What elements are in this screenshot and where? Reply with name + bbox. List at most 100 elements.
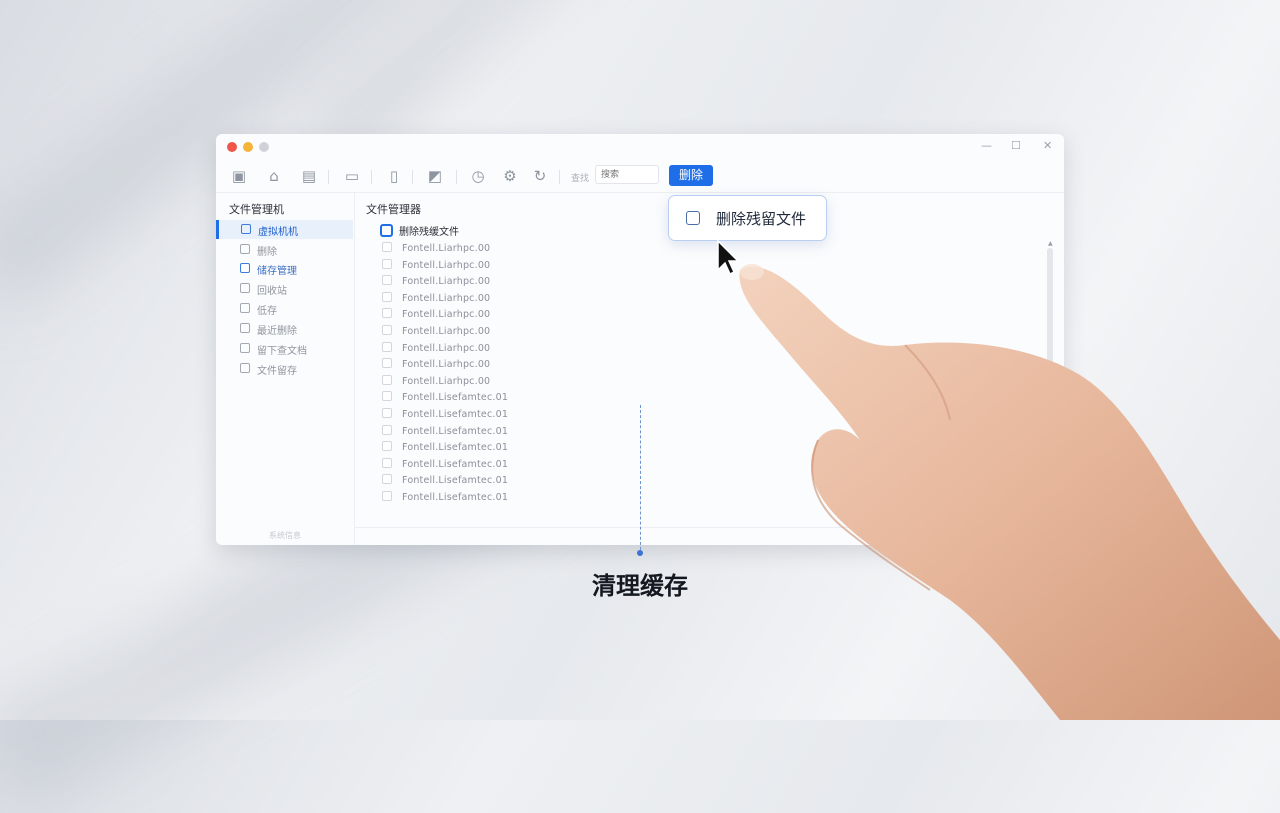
file-list-item[interactable]: Fontell.Liarhpc.00 xyxy=(382,291,491,304)
sidebar-item-label: 低存 xyxy=(257,306,277,317)
file-list-item[interactable]: Fontell.Lisefamtec.01 xyxy=(382,457,509,470)
minimize-icon[interactable]: — xyxy=(981,139,992,152)
divider xyxy=(354,527,1064,528)
clock-icon[interactable]: ◷ xyxy=(469,167,487,185)
file-list-item[interactable]: Fontell.Liarhpc.00 xyxy=(382,308,490,320)
toolbar: ▣ ⌂ ▤ ▭ ▯ ◩ ◷ ⚙ ↻ 查找 删除 xyxy=(216,162,1064,193)
checkbox-icon[interactable] xyxy=(382,424,392,435)
document-icon[interactable]: ▯ xyxy=(385,167,403,185)
file-name: Fontell.Lisefamtec.01 xyxy=(402,475,509,487)
checkbox-checked-icon[interactable] xyxy=(380,224,393,237)
checkbox-icon[interactable] xyxy=(382,242,392,252)
sidebar-item-delete[interactable]: 删除 xyxy=(218,240,352,259)
file-list-item[interactable]: Fontell.Liarhpc.00 xyxy=(382,242,490,254)
file-list-item[interactable]: Fontell.Lisefamtec.01 xyxy=(382,391,508,403)
file-name: Fontell.Liarhpc.00 xyxy=(402,309,491,321)
file-list-item[interactable]: Fontell.Liarhpc.00 xyxy=(382,374,491,387)
checkbox-icon[interactable] xyxy=(382,358,392,369)
sidebar: 文件管理机 虚拟机机 删除 储存管理 回收站 低存 最近删除 留下查文档 文件留… xyxy=(216,193,355,545)
checkbox-icon[interactable] xyxy=(382,474,392,485)
file-list-item[interactable]: Fontell.Lisefamtec.01 xyxy=(382,424,509,437)
file-list-item[interactable]: Fontell.Lisefamtec.01 xyxy=(382,408,508,420)
list-icon xyxy=(240,323,250,333)
file-name: Fontell.Lisefamtec.01 xyxy=(402,425,509,437)
close-icon[interactable]: ✕ xyxy=(1043,139,1052,152)
file-list-item[interactable]: Fontell.Lisefamtec.01 xyxy=(382,441,508,453)
checkbox-icon[interactable] xyxy=(382,308,392,319)
sidebar-item-label: 留下查文档 xyxy=(257,346,307,357)
file-name: Fontell.Liarhpc.00 xyxy=(402,326,491,337)
group-checkbox-row[interactable]: 删除残缓文件 xyxy=(380,223,459,238)
popup-label: 删除残留文件 xyxy=(716,210,807,228)
file-list-item[interactable]: Fontell.Lisefamtec.01 xyxy=(382,474,508,486)
file-name: Fontell.Liarhpc.00 xyxy=(402,359,491,371)
search-input[interactable] xyxy=(595,165,659,184)
sidebar-item-file-retention[interactable]: 文件留存 xyxy=(218,359,352,378)
file-icon[interactable]: ◩ xyxy=(426,167,444,185)
box-icon xyxy=(240,244,250,254)
file-list-item[interactable]: Fontell.Liarhpc.00 xyxy=(382,275,490,287)
disk-icon xyxy=(240,303,250,313)
page-title: 文件管理器 xyxy=(366,203,421,216)
home-icon[interactable]: ⌂ xyxy=(265,167,283,185)
sidebar-title: 文件管理机 xyxy=(229,203,284,216)
guide-line xyxy=(640,405,641,555)
group-label: 删除残缓文件 xyxy=(399,227,459,238)
checkbox-icon[interactable] xyxy=(382,258,392,269)
checkbox-icon[interactable] xyxy=(382,275,392,286)
checkbox-icon[interactable] xyxy=(382,457,392,468)
checkbox-icon[interactable] xyxy=(382,441,392,452)
file-list-item[interactable]: Fontell.Liarhpc.00 xyxy=(382,341,490,354)
settings-icon[interactable]: ⚙ xyxy=(501,167,519,185)
trash-icon xyxy=(240,283,250,293)
file-name: Fontell.Liarhpc.00 xyxy=(402,375,491,387)
file-name: Fontell.Liarhpc.00 xyxy=(402,243,491,254)
sidebar-item-documents[interactable]: 留下查文档 xyxy=(218,339,352,358)
toolbar-divider xyxy=(412,170,413,184)
checkbox-icon[interactable] xyxy=(382,491,392,501)
refresh-icon[interactable]: ↻ xyxy=(531,167,549,185)
checkbox-icon[interactable] xyxy=(382,325,392,335)
toolbar-divider xyxy=(371,170,372,184)
search-label: 查找 xyxy=(571,174,590,184)
sidebar-item-recycle[interactable]: 回收站 xyxy=(218,279,352,298)
sidebar-item-virtual-machine[interactable]: 虚拟机机 xyxy=(216,220,353,239)
scroll-up-icon[interactable]: ▲ xyxy=(1048,240,1053,247)
sidebar-item-recent-deleted[interactable]: 最近删除 xyxy=(218,319,352,338)
guide-dot xyxy=(637,550,643,556)
sidebar-item-label: 文件留存 xyxy=(257,366,297,377)
file-name: Fontell.Lisefamtec.01 xyxy=(402,409,509,420)
scrollbar[interactable] xyxy=(1047,248,1053,368)
file-name: Fontell.Liarhpc.00 xyxy=(402,292,491,304)
sidebar-item-label: 最近删除 xyxy=(257,326,297,337)
delete-button[interactable]: 删除 xyxy=(669,165,713,186)
delete-leftover-popup[interactable]: 删除残留文件 xyxy=(668,195,827,241)
file-icon xyxy=(240,363,250,373)
file-name: Fontell.Liarhpc.00 xyxy=(402,276,491,288)
storage-icon xyxy=(240,263,250,273)
mouse-cursor-icon xyxy=(717,240,740,276)
sidebar-item-label: 删除 xyxy=(257,247,277,258)
checkbox-icon[interactable] xyxy=(686,211,700,225)
file-list-item[interactable]: Fontell.Lisefamtec.01 xyxy=(382,491,508,503)
checkbox-icon[interactable] xyxy=(382,341,392,352)
document-icon xyxy=(240,343,250,353)
checkbox-icon[interactable] xyxy=(382,374,392,385)
sidebar-item-low-storage[interactable]: 低存 xyxy=(218,299,352,318)
file-list-item[interactable]: Fontell.Liarhpc.00 xyxy=(382,325,490,337)
file-name: Fontell.Lisefamtec.01 xyxy=(402,458,509,470)
file-list-item[interactable]: Fontell.Liarhpc.00 xyxy=(382,358,490,370)
checkbox-icon[interactable] xyxy=(382,391,392,402)
sidebar-footer: 系统信息 xyxy=(269,531,301,540)
close-dot[interactable] xyxy=(227,142,237,152)
checkbox-icon[interactable] xyxy=(382,408,392,418)
minimize-dot[interactable] xyxy=(243,142,253,152)
checkbox-icon[interactable] xyxy=(382,291,392,302)
maximize-dot[interactable] xyxy=(259,142,269,152)
save-icon[interactable]: ▣ xyxy=(230,167,248,185)
file-list-item[interactable]: Fontell.Liarhpc.00 xyxy=(382,258,490,271)
monitor-icon[interactable]: ▭ xyxy=(343,167,361,185)
image-icon[interactable]: ▤ xyxy=(300,167,318,185)
maximize-icon[interactable]: ☐ xyxy=(1011,139,1021,152)
sidebar-item-storage[interactable]: 储存管理 xyxy=(218,259,352,278)
